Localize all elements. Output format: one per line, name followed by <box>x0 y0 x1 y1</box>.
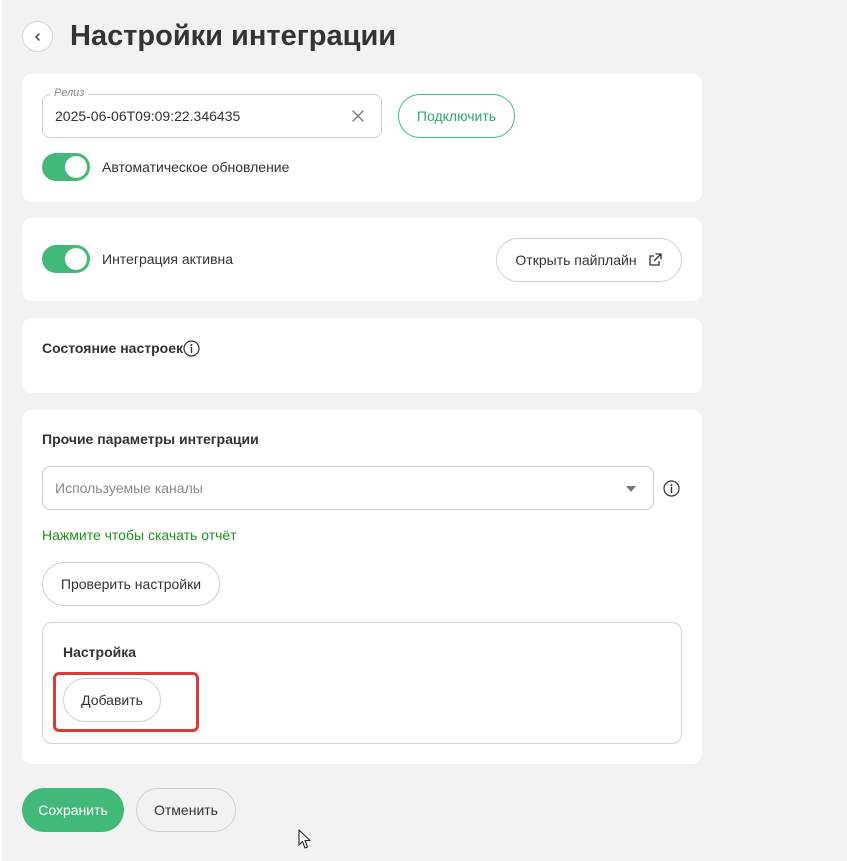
settings-state-title: Состояние настроек <box>42 340 183 356</box>
integration-active-toggle[interactable] <box>42 245 90 273</box>
close-icon[interactable] <box>350 108 366 124</box>
save-button[interactable]: Сохранить <box>22 788 124 832</box>
connect-button[interactable]: Подключить <box>398 94 515 138</box>
chevron-left-icon <box>34 32 40 41</box>
channels-select-placeholder: Используемые каналы <box>55 480 203 496</box>
toggle-knob <box>65 248 87 270</box>
mouse-cursor-icon <box>298 829 311 849</box>
external-link-icon <box>648 253 662 266</box>
toggle-knob <box>65 156 87 178</box>
cancel-button[interactable]: Отменить <box>136 788 236 832</box>
info-icon[interactable] <box>183 340 200 357</box>
open-pipeline-label: Открыть пайплайн <box>515 252 637 268</box>
other-params-title: Прочие параметры интеграции <box>42 431 259 447</box>
setup-title: Настройка <box>63 644 137 660</box>
download-report-link[interactable]: Нажмите чтобы скачать отчёт <box>42 526 237 544</box>
release-field-label: Релиз <box>50 86 89 100</box>
caret-down-icon[interactable] <box>626 486 636 492</box>
release-field-value: 2025-06-06T09:09:22.346435 <box>55 108 241 124</box>
open-pipeline-button[interactable]: Открыть пайплайн <box>496 238 682 282</box>
add-button[interactable]: Добавить <box>63 678 161 722</box>
back-button[interactable] <box>22 21 53 52</box>
auto-update-toggle[interactable] <box>42 153 90 181</box>
check-settings-button[interactable]: Проверить настройки <box>42 562 220 606</box>
info-icon[interactable] <box>663 480 680 497</box>
page-title: Настройки интеграции <box>70 20 397 52</box>
integration-active-label: Интеграция активна <box>102 251 234 267</box>
auto-update-label: Автоматическое обновление <box>102 159 290 175</box>
left-edge <box>0 0 2 861</box>
